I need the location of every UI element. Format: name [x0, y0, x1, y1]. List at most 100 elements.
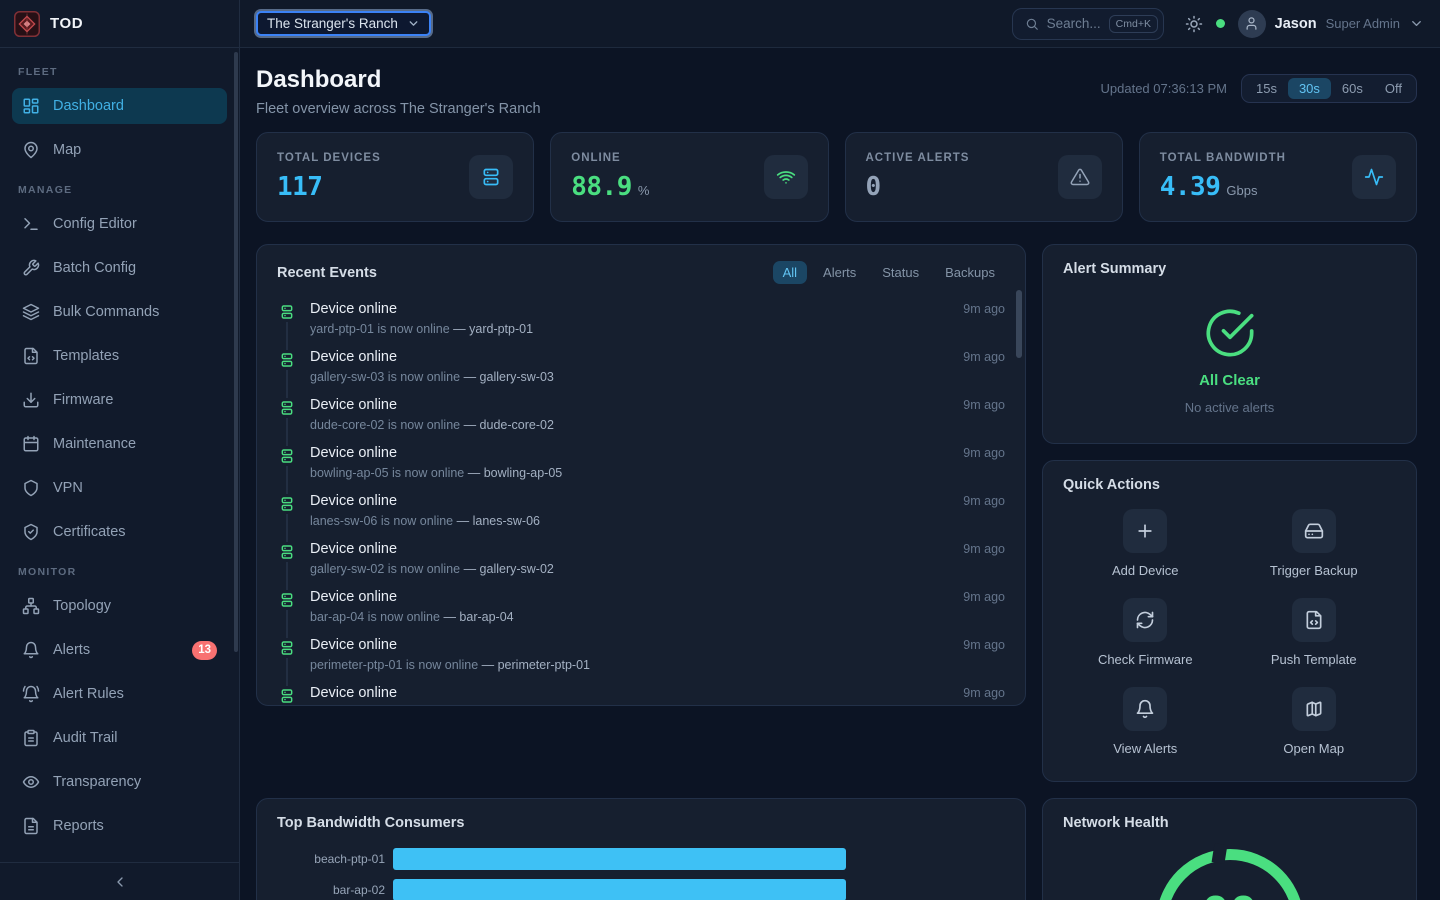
event-row: Device onlinebar-ap-04 is now online — b… — [277, 588, 1005, 636]
plus-icon — [1123, 509, 1167, 553]
open-map-button[interactable]: Open Map — [1230, 687, 1399, 759]
view-alerts-button[interactable]: View Alerts — [1061, 687, 1230, 759]
user-name: Jason — [1275, 16, 1317, 32]
stat-cards: TOTAL DEVICES 117 ONLINE 88.9% ACTIVE AL… — [256, 132, 1417, 222]
user-role: Super Admin — [1326, 16, 1400, 31]
section-label-fleet: FLEET — [18, 66, 221, 78]
wrench-icon — [22, 259, 40, 277]
user-menu[interactable]: Jason Super Admin — [1238, 10, 1424, 38]
refresh-15s-button[interactable]: 15s — [1245, 78, 1288, 99]
events-filter-tabs: All Alerts Status Backups — [773, 261, 1005, 284]
event-list: Device onlineyard-ptp-01 is now online —… — [257, 294, 1025, 706]
refresh-60s-button[interactable]: 60s — [1331, 78, 1374, 99]
alert-triangle-icon — [1058, 155, 1102, 199]
check-firmware-button[interactable]: Check Firmware — [1061, 598, 1230, 670]
recent-events-title: Recent Events — [277, 265, 377, 281]
updated-timestamp: Updated 07:36:13 PM — [1101, 81, 1227, 96]
event-row: Device onlinelanes-sw-06 is now online —… — [277, 492, 1005, 540]
tab-backups[interactable]: Backups — [935, 261, 1005, 284]
sidebar-item-bulk-commands[interactable]: Bulk Commands — [12, 294, 227, 330]
event-row: Device online 9m ago — [277, 684, 1005, 706]
server-icon — [277, 494, 297, 514]
server-icon — [277, 542, 297, 562]
sidebar-item-certificates[interactable]: Certificates — [12, 514, 227, 550]
event-row: Device onlinedude-core-02 is now online … — [277, 396, 1005, 444]
chevron-down-icon — [407, 17, 420, 30]
server-icon — [277, 638, 297, 658]
bell-icon — [22, 641, 40, 659]
sidebar-item-maintenance[interactable]: Maintenance — [12, 426, 227, 462]
sidebar-item-firmware[interactable]: Firmware — [12, 382, 227, 418]
layout-grid-icon — [22, 97, 40, 115]
sidebar-item-alert-rules[interactable]: Alert Rules — [12, 676, 227, 712]
add-device-button[interactable]: Add Device — [1061, 509, 1230, 581]
stat-total-bandwidth: TOTAL BANDWIDTH 4.39Gbps — [1139, 132, 1417, 222]
sidebar-item-dashboard[interactable]: Dashboard — [12, 88, 227, 124]
sidebar-item-reports[interactable]: Reports — [12, 808, 227, 844]
bandwidth-panel: Top Bandwidth Consumers beach-ptp-01 bar… — [256, 798, 1026, 900]
health-value: 88 — [1202, 887, 1257, 900]
bandwidth-title: Top Bandwidth Consumers — [277, 815, 464, 831]
sidebar-item-batch-config[interactable]: Batch Config — [12, 250, 227, 286]
event-row: Device onlinegallery-sw-03 is now online… — [277, 348, 1005, 396]
sidebar-item-topology[interactable]: Topology — [12, 588, 227, 624]
sidebar-item-vpn[interactable]: VPN — [12, 470, 227, 506]
push-template-button[interactable]: Push Template — [1230, 598, 1399, 670]
search-input[interactable]: Search... Cmd+K — [1012, 8, 1164, 40]
activity-icon — [1352, 155, 1396, 199]
refresh-30s-button[interactable]: 30s — [1288, 78, 1331, 99]
theme-toggle-button[interactable] — [1185, 15, 1203, 33]
page-title: Dashboard — [256, 66, 541, 94]
avatar — [1238, 10, 1266, 38]
wifi-icon — [764, 155, 808, 199]
sidebar-item-config-editor[interactable]: Config Editor — [12, 206, 227, 242]
alert-summary-detail: No active alerts — [1185, 400, 1275, 415]
total-bandwidth-value: 4.39 — [1160, 172, 1221, 202]
shield-icon — [22, 479, 40, 497]
user-icon — [1244, 16, 1259, 31]
sidebar-scrollbar[interactable] — [234, 52, 238, 652]
tab-alerts[interactable]: Alerts — [813, 261, 866, 284]
stat-total-devices: TOTAL DEVICES 117 — [256, 132, 534, 222]
refresh-off-button[interactable]: Off — [1374, 78, 1413, 99]
sidebar-item-templates[interactable]: Templates — [12, 338, 227, 374]
refresh-icon — [1123, 598, 1167, 642]
sidebar-item-transparency[interactable]: Transparency — [12, 764, 227, 800]
event-row: Device onlinegallery-sw-02 is now online… — [277, 540, 1005, 588]
alerts-count-badge: 13 — [192, 641, 217, 660]
clipboard-icon — [22, 729, 40, 747]
server-icon — [277, 686, 297, 706]
page-subtitle: Fleet overview across The Stranger's Ran… — [256, 101, 541, 117]
event-row: Device onlineperimeter-ptp-01 is now onl… — [277, 636, 1005, 684]
alert-summary-panel: Alert Summary All Clear No active alerts — [1042, 244, 1417, 444]
tab-status[interactable]: Status — [872, 261, 929, 284]
sidebar-item-alerts[interactable]: Alerts 13 — [12, 632, 227, 668]
sun-icon — [1185, 15, 1203, 33]
check-circle-icon — [1204, 307, 1256, 359]
sidebar-item-map[interactable]: Map — [12, 132, 227, 168]
connection-status-dot — [1216, 19, 1225, 28]
recent-events-panel: Recent Events All Alerts Status Backups … — [256, 244, 1026, 706]
site-selector[interactable]: The Stranger's Ranch — [256, 11, 431, 36]
brand-name: TOD — [50, 15, 83, 32]
stat-online: ONLINE 88.9% — [550, 132, 828, 222]
network-icon — [22, 597, 40, 615]
alert-summary-title: Alert Summary — [1063, 261, 1166, 277]
eye-icon — [22, 773, 40, 791]
refresh-interval-control: 15s 30s 60s Off — [1241, 74, 1417, 103]
sidebar-item-audit-trail[interactable]: Audit Trail — [12, 720, 227, 756]
network-health-title: Network Health — [1063, 815, 1169, 831]
sidebar-collapse-button[interactable] — [0, 862, 239, 900]
network-health-panel: Network Health 88 — [1042, 798, 1417, 900]
logo-row: TOD — [0, 0, 239, 48]
trigger-backup-button[interactable]: Trigger Backup — [1230, 509, 1399, 581]
map-icon — [1292, 687, 1336, 731]
main-content: Dashboard Fleet overview across The Stra… — [240, 48, 1440, 900]
shield-check-icon — [22, 523, 40, 541]
bell-ring-icon — [22, 685, 40, 703]
download-icon — [22, 391, 40, 409]
events-scrollbar[interactable] — [1016, 290, 1022, 358]
bandwidth-chart: beach-ptp-01 bar-ap-02 — [257, 841, 1025, 900]
server-icon — [277, 350, 297, 370]
tab-all[interactable]: All — [773, 261, 807, 284]
